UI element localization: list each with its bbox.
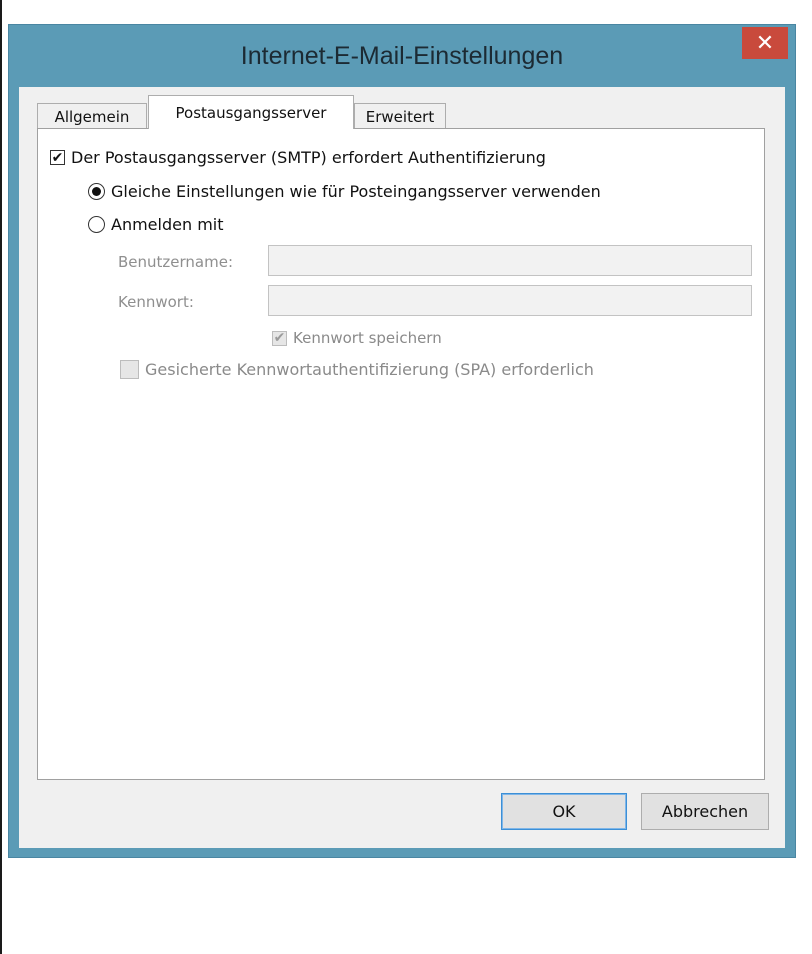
username-field[interactable] [268, 245, 752, 276]
radio-login-with[interactable]: Anmelden mit [88, 215, 224, 234]
radio-same-settings[interactable]: Gleiche Einstellungen wie für Posteingan… [88, 182, 601, 201]
check-icon: ✔ [272, 330, 287, 346]
radio-unselected-icon [88, 216, 105, 233]
tab-allgemein[interactable]: Allgemein [37, 103, 147, 129]
cancel-button[interactable]: Abbrechen [641, 793, 769, 830]
radio-same-settings-label: Gleiche Einstellungen wie für Posteingan… [111, 182, 601, 201]
spa-checkbox[interactable]: Gesicherte Kennwortauthentifizierung (SP… [120, 360, 594, 379]
username-label: Benutzername: [118, 253, 234, 271]
remember-password-checkbox[interactable]: ✔ Kennwort speichern [272, 329, 442, 347]
close-icon: ✕ [755, 30, 775, 56]
spa-label: Gesicherte Kennwortauthentifizierung (SP… [145, 360, 594, 379]
smtp-auth-label: Der Postausgangsserver (SMTP) erfordert … [71, 148, 546, 167]
remember-password-label: Kennwort speichern [293, 329, 442, 347]
tab-label: Postausgangsserver [175, 103, 327, 122]
window-title: Internet-E-Mail-Einstellungen [240, 41, 564, 70]
password-label: Kennwort: [118, 293, 194, 311]
tab-label: Erweitert [365, 107, 435, 126]
tab-postausgangsserver[interactable]: Postausgangsserver [148, 95, 354, 129]
close-button[interactable]: ✕ [742, 27, 788, 59]
ok-button[interactable]: OK [501, 793, 627, 830]
tab-erweitert[interactable]: Erweitert [354, 103, 446, 129]
radio-selected-icon [88, 183, 105, 200]
radio-login-with-label: Anmelden mit [111, 215, 224, 234]
background-edge [0, 0, 2, 954]
checkbox-empty-icon [120, 360, 139, 379]
smtp-auth-checkbox[interactable]: ✔ Der Postausgangsserver (SMTP) erforder… [50, 148, 546, 167]
password-field[interactable] [268, 285, 752, 316]
tab-label: Allgemein [54, 107, 130, 126]
check-icon: ✔ [50, 149, 65, 166]
